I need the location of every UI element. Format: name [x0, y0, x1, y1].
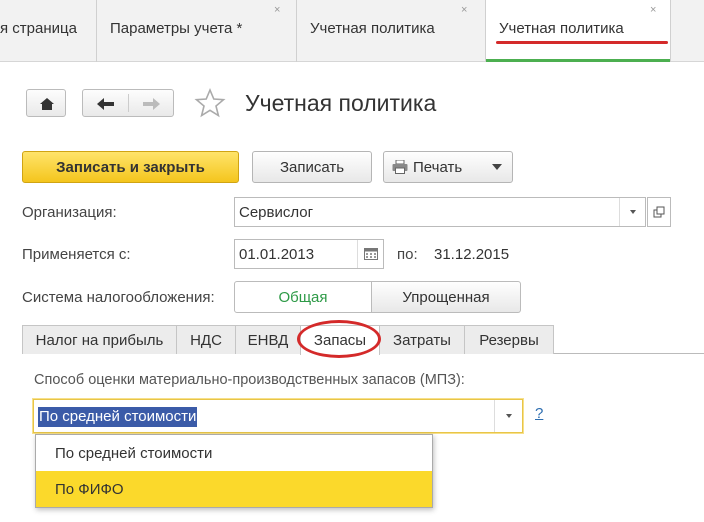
- history-nav: [82, 89, 174, 117]
- tab-accounting-policy[interactable]: Учетная политика ×: [297, 0, 486, 62]
- open-link-icon: [653, 206, 665, 218]
- forward-arrow-icon[interactable]: [129, 90, 174, 118]
- tab-profit-tax[interactable]: Налог на прибыль: [22, 325, 177, 354]
- tab-label: Учетная политика: [310, 20, 435, 37]
- chevron-down-icon: [505, 414, 512, 418]
- open-organization-button[interactable]: [647, 197, 671, 227]
- tab-label: Учетная политика: [499, 20, 624, 37]
- selected-method-value: По средней стоимости: [38, 407, 198, 427]
- tax-option-general[interactable]: Общая: [234, 281, 372, 313]
- to-date-value: 31.12.2015: [434, 246, 510, 263]
- tab-label: Параметры учета *: [110, 20, 243, 37]
- method-dropdown-list: По средней стоимости По ФИФО: [35, 434, 433, 508]
- applies-from-date-input[interactable]: 01.01.2013: [234, 239, 384, 269]
- form-content: Учетная политика Записать и закрыть Запи…: [0, 63, 704, 522]
- active-tab-indicator: [486, 59, 670, 62]
- window-tabbar: я страница Параметры учета * × Учетная п…: [0, 0, 704, 62]
- tab-accounting-params[interactable]: Параметры учета * ×: [97, 0, 297, 62]
- tab-costs[interactable]: Затраты: [379, 325, 465, 354]
- org-dropdown-button[interactable]: [619, 198, 645, 226]
- tab-label: я страница: [0, 20, 77, 37]
- to-label: по:: [397, 246, 418, 263]
- chevron-down-icon: [492, 164, 502, 170]
- tab-vat[interactable]: НДС: [176, 325, 236, 354]
- form-tab-bar: Налог на прибыль НДС ЕНВД Запасы Затраты…: [22, 325, 704, 355]
- inventory-method-select[interactable]: По средней стоимости: [33, 399, 523, 433]
- tab-accounting-policy-active[interactable]: Учетная политика ×: [486, 0, 671, 62]
- tax-option-simplified[interactable]: Упрощенная: [371, 281, 521, 313]
- applies-from-label: Применяется с:: [22, 246, 131, 263]
- org-label: Организация:: [22, 204, 117, 221]
- save-and-close-button[interactable]: Записать и закрыть: [22, 151, 239, 183]
- inventory-method-label: Способ оценки материально-производственн…: [34, 372, 465, 388]
- tab-reserves[interactable]: Резервы: [464, 325, 554, 354]
- date-value: 01.01.2013: [239, 245, 315, 263]
- print-button-label: Печать: [413, 158, 463, 176]
- organization-value: Сервислог: [239, 203, 314, 221]
- back-arrow-icon[interactable]: [83, 90, 128, 118]
- organization-field[interactable]: Сервислог: [234, 197, 646, 227]
- print-button[interactable]: Печать: [383, 151, 513, 183]
- printer-icon: [392, 160, 408, 174]
- page-title: Учетная политика: [245, 90, 437, 116]
- help-link[interactable]: ?: [535, 405, 543, 422]
- tab-inventory[interactable]: Запасы: [300, 325, 380, 355]
- annotation-underline: [496, 41, 668, 44]
- dropdown-option-average[interactable]: По средней стоимости: [36, 435, 432, 471]
- method-dropdown-button[interactable]: [494, 400, 522, 432]
- dropdown-option-fifo[interactable]: По ФИФО: [36, 471, 432, 507]
- chevron-down-icon: [629, 210, 636, 214]
- tab-envd[interactable]: ЕНВД: [235, 325, 301, 354]
- close-icon[interactable]: ×: [274, 4, 280, 16]
- tax-system-label: Система налогообложения:: [22, 289, 215, 306]
- save-button[interactable]: Записать: [252, 151, 372, 183]
- close-icon[interactable]: ×: [650, 4, 656, 16]
- home-button[interactable]: [26, 89, 66, 117]
- calendar-button[interactable]: [357, 240, 383, 268]
- home-icon: [40, 98, 54, 110]
- calendar-icon: [363, 248, 378, 260]
- tab-home-page[interactable]: я страница: [0, 0, 97, 62]
- close-icon[interactable]: ×: [461, 4, 467, 16]
- star-icon[interactable]: [194, 87, 226, 119]
